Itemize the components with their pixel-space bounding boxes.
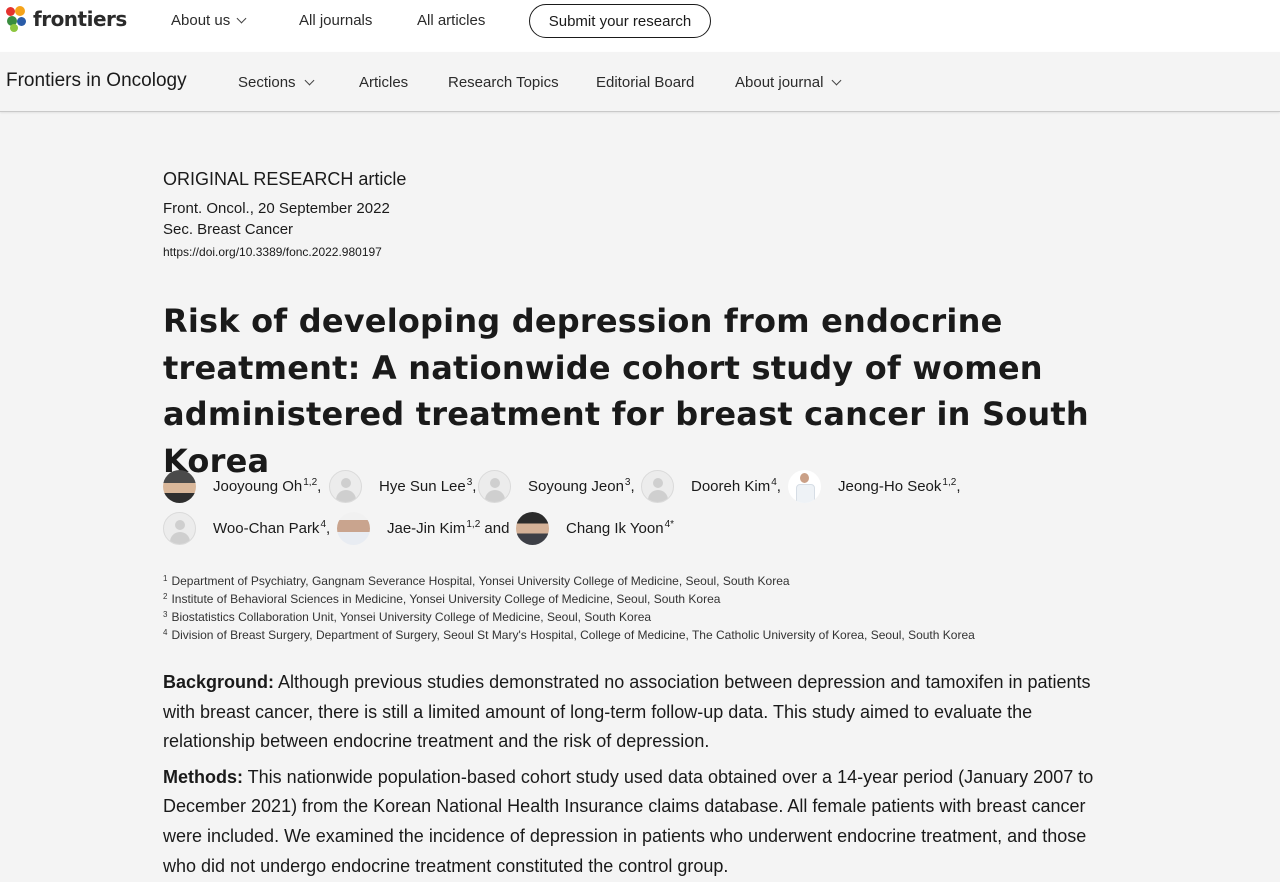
author-name: Hye Sun Lee3, (379, 477, 477, 495)
nav-all-journals-label: All journals (299, 11, 373, 29)
affiliation-item: 3 Biostatistics Collaboration Unit, Yonse… (163, 610, 652, 624)
submit-research-button[interactable]: Submit your research (529, 4, 711, 38)
journal-nav-sections[interactable]: Sections (238, 72, 314, 92)
author-avatar (788, 469, 821, 503)
author-name: Woo-Chan Park4, (213, 519, 331, 537)
journal-nav-about-journal[interactable]: About journal (735, 72, 842, 92)
affiliation-item: 4 Division of Breast Surgery, Department … (163, 628, 975, 642)
abstract: Background: Although previous studies de… (163, 668, 1123, 882)
author-list: Jooyoung Oh1,2, Hye Sun Lee3, Soyoung Je… (163, 469, 1123, 549)
article-section[interactable]: Sec. Breast Cancer (163, 221, 293, 238)
nav-all-journals[interactable]: All journals (299, 10, 372, 30)
author-avatar (516, 511, 549, 545)
journal-nav-sections-label: Sections (238, 73, 296, 91)
frontiers-logo[interactable]: frontiers (6, 5, 127, 33)
article-doi-link[interactable]: https://doi.org/10.3389/fonc.2022.980197 (163, 245, 382, 259)
journal-nav-research-topics-label: Research Topics (448, 73, 559, 91)
journal-nav-research-topics[interactable]: Research Topics (448, 72, 559, 92)
nav-about-us[interactable]: About us (171, 10, 247, 30)
author-avatar (329, 469, 362, 503)
author-item[interactable]: Soyoung Jeon3, (478, 469, 635, 503)
journal-nav-articles[interactable]: Articles (359, 72, 408, 92)
author-item[interactable]: Jooyoung Oh1,2, (163, 469, 321, 503)
journal-nav-articles-label: Articles (359, 73, 409, 91)
author-name: Chang Ik Yoon4* (566, 519, 675, 537)
affiliation-item: 2 Institute of Behavioral Sciences in Med… (163, 592, 721, 606)
author-item[interactable]: Jeong-Ho Seok1,2, (788, 469, 960, 503)
logo-dot-orange (15, 6, 25, 16)
journal-name[interactable]: Frontiers in Oncology (6, 70, 187, 92)
nav-all-articles-label: All articles (417, 11, 486, 29)
author-item[interactable]: Dooreh Kim4, (641, 469, 781, 503)
logo-dot-lime (10, 24, 18, 32)
author-name: Jae-Jin Kim1,2 and (387, 519, 510, 537)
journal-nav-editorial-board[interactable]: Editorial Board (596, 72, 694, 92)
nav-all-articles[interactable]: All articles (417, 10, 485, 30)
journal-nav-about-journal-label: About journal (735, 73, 824, 91)
site-header: frontiers About us All journals All arti… (0, 0, 1280, 52)
article-type: ORIGINAL RESEARCH article (163, 169, 407, 189)
affiliation-list: 1 Department of Psychiatry, Gangnam Sever… (163, 570, 1123, 642)
logo-wordmark: frontiers (33, 7, 127, 31)
abstract-methods-label: Methods: (163, 766, 243, 787)
author-avatar (337, 511, 370, 545)
article-citation: Front. Oncol., 20 September 2022 (163, 200, 390, 217)
author-item[interactable]: Chang Ik Yoon4* (516, 511, 674, 545)
author-item[interactable]: Jae-Jin Kim1,2 and (337, 511, 509, 545)
author-avatar (163, 511, 196, 545)
logo-dot-blue (17, 17, 26, 26)
journal-header: Frontiers in Oncology Sections Articles … (0, 52, 1280, 112)
author-name: Jeong-Ho Seok1,2, (838, 477, 961, 495)
author-avatar (641, 469, 674, 503)
abstract-background-label: Background: (163, 672, 275, 692)
chevron-down-icon (831, 75, 842, 85)
abstract-methods-text: This nationwide population-based cohort … (163, 766, 1094, 876)
journal-nav-editorial-board-label: Editorial Board (596, 73, 695, 91)
chevron-down-icon (236, 13, 247, 23)
author-name: Dooreh Kim4, (691, 477, 781, 495)
author-name: Soyoung Jeon3, (528, 477, 635, 495)
chevron-down-icon (304, 75, 314, 85)
author-avatar (478, 469, 511, 503)
author-item[interactable]: Woo-Chan Park4, (163, 511, 330, 545)
author-avatar (163, 469, 196, 503)
frontiers-logo-icon (6, 6, 28, 32)
affiliation-item: 1 Department of Psychiatry, Gangnam Sever… (163, 574, 790, 588)
abstract-background-text: Although previous studies demonstrated n… (163, 672, 1091, 752)
abstract-background: Background: Although previous studies de… (163, 668, 1123, 757)
author-name: Jooyoung Oh1,2, (213, 477, 322, 495)
logo-dot-red (6, 7, 15, 16)
nav-about-us-label: About us (171, 11, 231, 29)
article-title: Risk of developing depression from endoc… (163, 302, 1089, 480)
author-item[interactable]: Hye Sun Lee3, (329, 469, 476, 503)
abstract-methods: Methods: This nationwide population-base… (163, 763, 1123, 881)
